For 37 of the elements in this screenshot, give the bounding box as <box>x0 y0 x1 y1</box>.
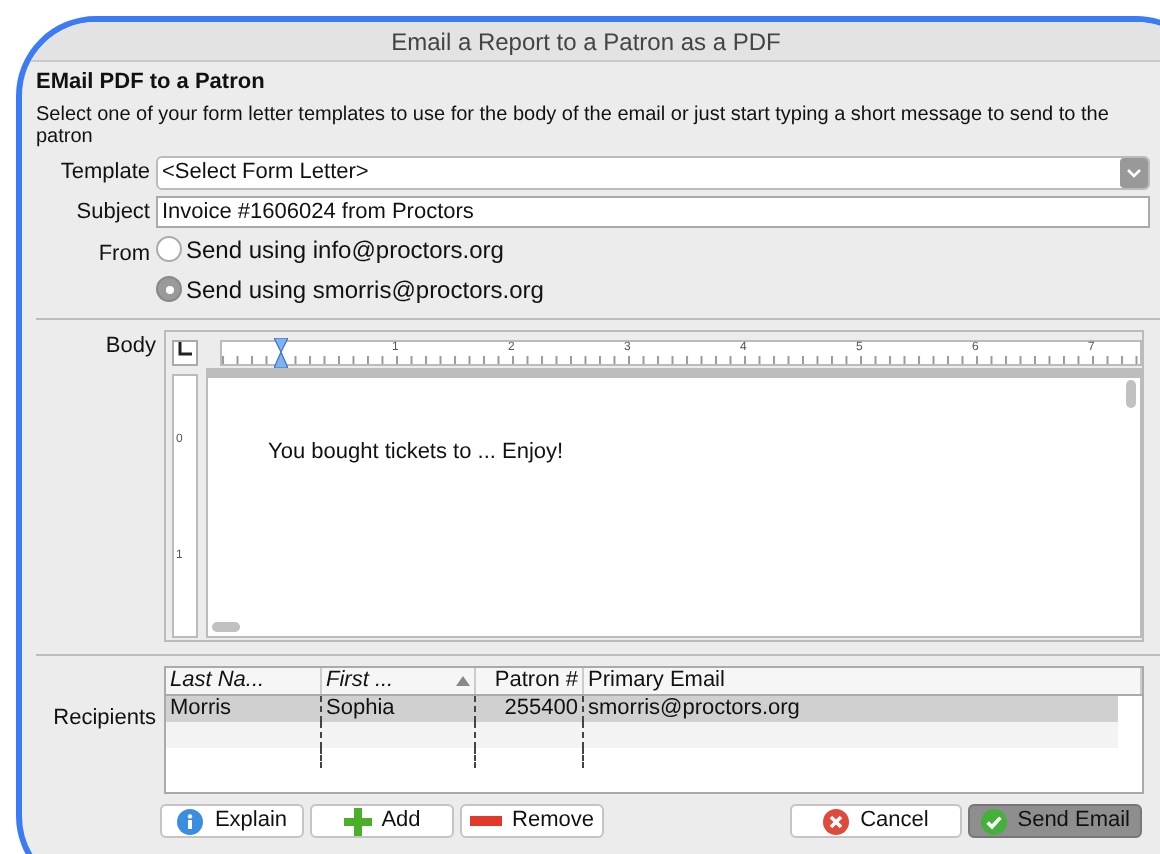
column-header[interactable]: Last Na... <box>166 668 322 694</box>
help-button[interactable]: Explain <box>160 804 304 838</box>
section-heading: EMail PDF to a Patron <box>36 68 267 98</box>
subject-field[interactable]: Invoice #1606024 from Proctors <box>156 195 1150 228</box>
radio-button[interactable] <box>156 236 182 262</box>
minus-icon <box>470 813 503 829</box>
radio-button[interactable] <box>156 276 182 302</box>
body-text[interactable]: You bought tickets to ... Enjoy! <box>268 436 564 469</box>
chevron-down-icon <box>1120 157 1148 187</box>
column-header[interactable]: First ... <box>322 668 476 694</box>
field-label: From <box>96 240 152 270</box>
tab-stop-icon <box>178 342 192 357</box>
template-dropdown[interactable]: <Select Form Letter> <box>156 155 1150 189</box>
column-header[interactable]: Patron # <box>476 668 584 694</box>
help-icon <box>176 807 205 835</box>
add-button[interactable]: Add <box>310 804 454 838</box>
sort-ascending-icon <box>456 676 470 686</box>
cancel-icon <box>822 807 851 835</box>
field-label: Recipients <box>51 704 158 734</box>
field-label: Subject <box>74 197 152 227</box>
field-label: Body <box>103 332 158 362</box>
tab-stop-button[interactable] <box>172 339 198 365</box>
indent-marker-icon[interactable] <box>274 337 288 367</box>
field-label: Template <box>58 157 152 188</box>
cancel-button[interactable]: Cancel <box>789 804 962 838</box>
plus-icon <box>343 807 372 835</box>
column-header[interactable]: Primary Email <box>584 668 1142 694</box>
table-cell-text: smorris@proctors.org <box>586 696 802 722</box>
scrollbar-thumb[interactable] <box>1126 380 1136 408</box>
description-text: Select one of your form letter templates to use for the body of the email or just start typing a short message to send to the patron <box>36 103 1111 147</box>
radio-option[interactable]: Send using info@proctors.org <box>156 232 544 266</box>
remove-button[interactable]: Remove <box>460 804 604 838</box>
checkmark-icon <box>979 807 1008 835</box>
radio-option[interactable]: Send using smorris@proctors.org <box>156 272 544 306</box>
send-button[interactable]: Send Email <box>967 804 1142 838</box>
scrollbar-thumb[interactable] <box>212 622 240 632</box>
table-row[interactable]: Morris Sophia 255400 smorris@proctors.org <box>166 696 1118 722</box>
